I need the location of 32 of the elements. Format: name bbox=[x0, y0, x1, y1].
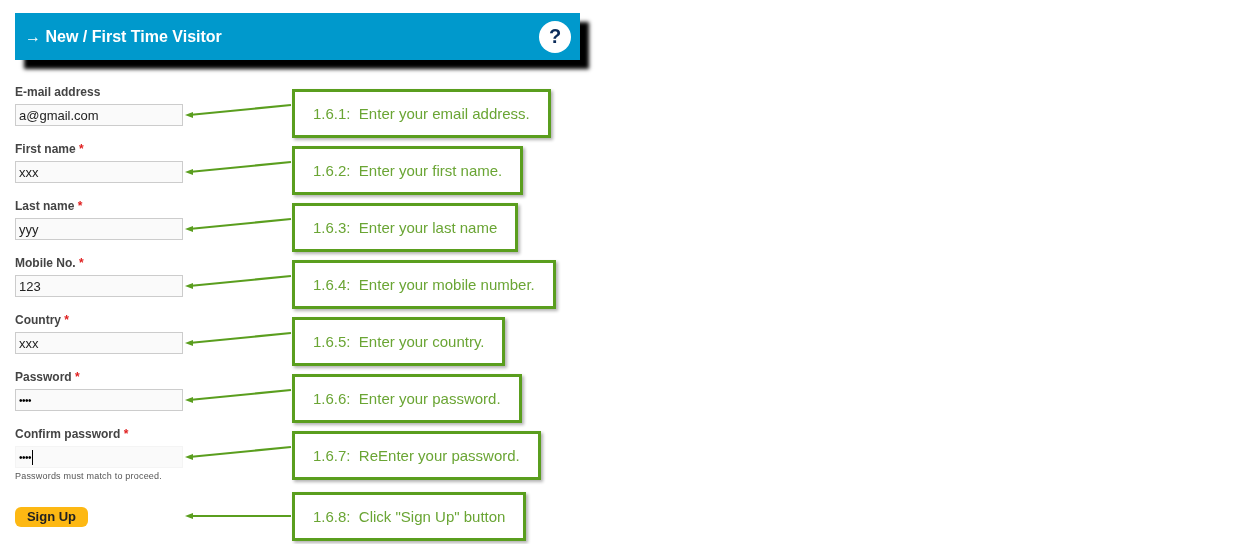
input-field[interactable]: 123 bbox=[15, 275, 183, 297]
password-field[interactable]: •••• bbox=[15, 389, 183, 411]
callout-box: 1.6.1: Enter your email address. bbox=[292, 89, 551, 138]
sign-up-button[interactable]: Sign Up bbox=[15, 506, 88, 527]
field-label: E-mail address bbox=[15, 85, 102, 101]
field-label: Mobile No. * bbox=[15, 256, 85, 272]
required-mark: * bbox=[64, 313, 69, 327]
callout-box: 1.6.2: Enter your first name. bbox=[292, 146, 524, 195]
callout-box: 1.6.5: Enter your country. bbox=[292, 317, 506, 366]
input-field[interactable]: yyy bbox=[15, 218, 183, 240]
required-mark: * bbox=[79, 142, 84, 156]
required-mark: * bbox=[77, 199, 83, 213]
field-label: Confirm password * bbox=[15, 427, 130, 443]
required-mark: * bbox=[123, 427, 129, 441]
callout-box: 1.6.8: Click "Sign Up" button bbox=[292, 492, 527, 541]
required-mark: * bbox=[75, 370, 80, 384]
callout-box: 1.6.4: Enter your mobile number. bbox=[292, 260, 556, 309]
field-label: Password * bbox=[15, 370, 81, 386]
header-title: → New / First Time Visitor bbox=[25, 27, 222, 46]
callout-box: 1.6.7: ReEnter your password. bbox=[292, 431, 541, 480]
callout-box: 1.6.6: Enter your password. bbox=[292, 374, 522, 423]
input-field[interactable]: xxx bbox=[15, 332, 183, 354]
input-field[interactable]: a@gmail.com bbox=[15, 104, 183, 126]
field-label: Country * bbox=[15, 313, 70, 329]
hint-text: Passwords must match to proceed. bbox=[15, 471, 163, 481]
help-button[interactable]: ? bbox=[539, 20, 571, 53]
field-label: First name * bbox=[15, 142, 85, 158]
field-label: Last name * bbox=[15, 199, 84, 215]
input-field[interactable]: xxx bbox=[15, 161, 183, 183]
required-mark: * bbox=[79, 256, 84, 270]
password-field[interactable]: •••• bbox=[15, 446, 183, 468]
callout-box: 1.6.3: Enter your last name bbox=[292, 203, 519, 252]
